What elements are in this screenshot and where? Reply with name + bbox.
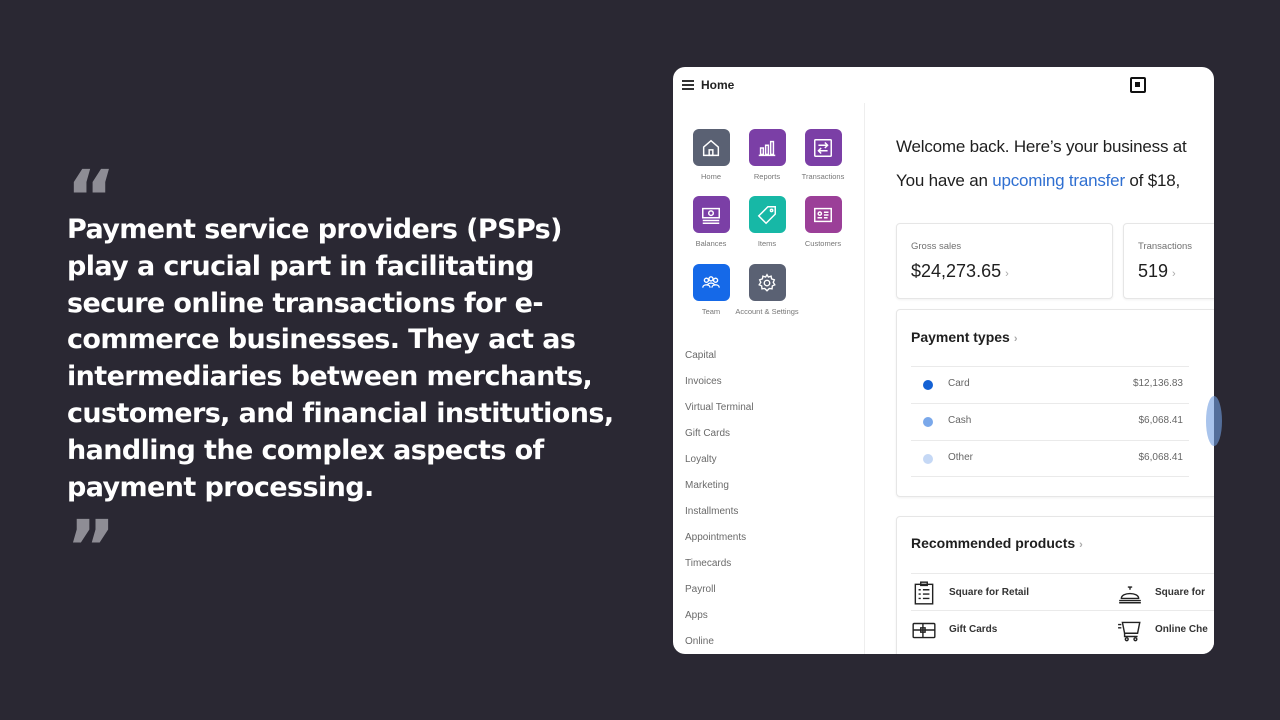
gross-sales-label: Gross sales	[911, 241, 962, 252]
sidebar-item-virtual-terminal[interactable]: Virtual Terminal	[685, 401, 754, 427]
tile-label: Account & Settings	[735, 307, 799, 316]
hamburger-menu-icon[interactable]	[682, 80, 694, 90]
product-label: Online Che	[1155, 624, 1208, 635]
transactions-value: 519 ›	[1138, 261, 1176, 281]
chevron-right-icon: ›	[1079, 539, 1083, 551]
transfer-prefix: You have an	[896, 171, 993, 190]
square-logo-icon[interactable]	[1130, 77, 1146, 93]
payment-type-amount: $12,136.83	[1132, 378, 1183, 389]
sidebar-item-gift-cards[interactable]: Gift Cards	[685, 427, 754, 453]
legend-dot-icon	[923, 380, 933, 390]
gift-card-icon	[912, 622, 936, 638]
tile-customers[interactable]: Customers	[788, 196, 858, 249]
tile-transactions[interactable]: Transactions	[788, 129, 858, 182]
sidebar-item-online[interactable]: Online	[685, 635, 754, 654]
chevron-right-icon: ›	[1005, 268, 1009, 280]
transactions-card[interactable]: Transactions 519 ›	[1123, 223, 1214, 299]
payment-type-name: Card	[948, 378, 970, 389]
payment-types-title[interactable]: Payment types ›	[911, 329, 1018, 345]
transfer-arrows-icon	[804, 129, 842, 166]
chevron-right-icon: ›	[1013, 333, 1018, 345]
team-icon	[692, 264, 730, 301]
sidebar-item-marketing[interactable]: Marketing	[685, 479, 754, 505]
app-screenshot: Home Home Reports Transactions Balances …	[673, 67, 1214, 654]
tag-icon	[748, 196, 786, 233]
product-label: Gift Cards	[949, 624, 998, 635]
service-bell-icon	[1119, 585, 1141, 603]
product-gift-cards[interactable]: Gift Cards	[911, 611, 997, 648]
recommended-products-card: Recommended products › Square for Retail …	[896, 516, 1214, 654]
sidebar-item-payroll[interactable]: Payroll	[685, 583, 754, 609]
product-label: Square for Retail	[949, 587, 1030, 598]
tile-label: Transactions	[801, 172, 845, 181]
shopping-cart-icon	[1118, 621, 1141, 641]
transfer-amount: of $18,	[1124, 171, 1181, 190]
sidebar-item-appointments[interactable]: Appointments	[685, 531, 754, 557]
product-square-for[interactable]: Square for	[1117, 574, 1205, 611]
product-square-for-retail[interactable]: Square for Retail	[911, 574, 1029, 611]
sidebar-item-installments[interactable]: Installments	[685, 505, 754, 531]
sidebar-item-capital[interactable]: Capital	[685, 349, 754, 375]
top-bar: Home	[673, 67, 1214, 103]
payment-type-name: Cash	[948, 415, 972, 426]
sidebar-item-timecards[interactable]: Timecards	[685, 557, 754, 583]
bar-chart-icon	[748, 129, 786, 166]
upcoming-transfer-link[interactable]: upcoming transfer	[992, 171, 1125, 190]
id-card-icon	[804, 196, 842, 233]
quote-text: Payment service providers (PSPs) play a …	[67, 214, 614, 503]
sidebar-nav: Capital Invoices Virtual Terminal Gift C…	[685, 349, 754, 654]
transfer-notice: You have an upcoming transfer of $18,	[896, 171, 1180, 191]
recommended-products-title[interactable]: Recommended products ›	[911, 535, 1083, 551]
close-quote-mark: ”	[66, 503, 116, 592]
pie-chart-edge	[1206, 396, 1222, 446]
recommended-row: Square for Retail Square for	[911, 573, 1214, 610]
gear-icon	[748, 264, 786, 301]
legend-dot-icon	[923, 454, 933, 464]
legend-dot-icon	[923, 417, 933, 427]
payment-types-card: Payment types › Card $12,136.83 Cash $6,0…	[896, 309, 1214, 497]
home-icon	[692, 129, 730, 166]
payment-type-row: Other $6,068.41	[911, 440, 1189, 477]
gross-sales-card[interactable]: Gross sales $24,273.65 ›	[896, 223, 1113, 299]
recommended-row: Gift Cards Online Che	[911, 610, 1214, 647]
tile-account-settings[interactable]: Account & Settings	[732, 264, 802, 317]
payment-type-row: Cash $6,068.41	[911, 403, 1189, 440]
cash-icon	[692, 196, 730, 233]
welcome-heading: Welcome back. Here’s your business at	[896, 137, 1187, 156]
transactions-label: Transactions	[1138, 241, 1193, 252]
chevron-right-icon: ›	[1172, 268, 1176, 280]
page-title: Home	[701, 78, 735, 92]
clipboard-icon	[914, 580, 934, 605]
payment-type-amount: $6,068.41	[1138, 415, 1184, 426]
sidebar-item-invoices[interactable]: Invoices	[685, 375, 754, 401]
main-content: Welcome back. Here’s your business at Yo…	[866, 103, 1214, 654]
product-label: Square for	[1155, 587, 1206, 598]
sidebar-item-apps[interactable]: Apps	[685, 609, 754, 635]
payment-type-row: Card $12,136.83	[911, 366, 1189, 403]
payment-type-name: Other	[948, 452, 974, 463]
payment-type-amount: $6,068.41	[1138, 452, 1184, 463]
tile-label: Customers	[804, 239, 842, 248]
gross-sales-value: $24,273.65 ›	[911, 261, 1009, 281]
product-online-checkout[interactable]: Online Che	[1117, 611, 1208, 648]
sidebar: Home Reports Transactions Balances Items…	[673, 103, 865, 654]
sidebar-item-loyalty[interactable]: Loyalty	[685, 453, 754, 479]
